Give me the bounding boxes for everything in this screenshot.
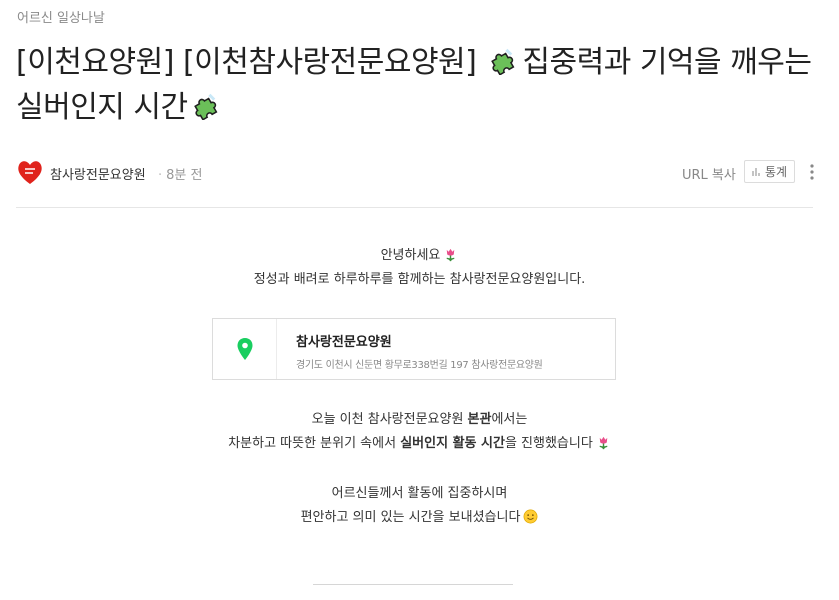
url-copy-button[interactable]: URL 복사	[682, 164, 736, 183]
post-title: [이천요양원] [이천참사랑전문요양원] 집중력과 기억을 깨우는 실버인지 시…	[16, 40, 816, 130]
post-title-text-1: [이천요양원] [이천참사랑전문요양원]	[16, 45, 486, 80]
place-card[interactable]: 참사랑전문요양원 경기도 이천시 신둔면 황무로338번길 197 참사랑전문요…	[212, 318, 616, 380]
tulip-icon	[446, 248, 455, 262]
greeting-line-1: 안녕하세요	[380, 248, 441, 263]
bar-chart-icon	[752, 167, 760, 176]
greeting-line-2: 정성과 배려로 하루하루를 함께하는 참사랑전문요양원입니다.	[253, 272, 586, 287]
greeting-paragraph: 안녕하세요 정성과 배려로 하루하루를 함께하는 참사랑전문요양원입니다.	[0, 244, 839, 292]
closing-line-2: 편안하고 의미 있는 시간을 보내셨습니다	[300, 510, 521, 525]
place-address: 경기도 이천시 신둔면 황무로338번길 197 참사랑전문요양원	[296, 360, 543, 371]
puzzle-piece-icon	[193, 93, 218, 120]
post-time: 8분 전	[158, 164, 202, 183]
author-row: 참사랑전문요양원 8분 전 URL 복사 통계	[16, 158, 816, 188]
post-category[interactable]: 어르신 일상나날	[17, 7, 105, 26]
author-name[interactable]: 참사랑전문요양원	[50, 164, 146, 183]
smiling-face-icon	[523, 509, 538, 524]
stats-label: 통계	[764, 165, 788, 179]
puzzle-piece-icon	[491, 48, 515, 75]
avatar[interactable]	[16, 158, 44, 186]
activity-line-1: 오늘 이천 참사랑전문요양원	[311, 412, 468, 427]
header-divider	[16, 207, 813, 208]
activity-highlight-location: 본관	[467, 412, 492, 427]
activity-line-2: 차분하고 따뜻한 분위기 속에서	[228, 436, 401, 451]
place-name: 참사랑전문요양원	[296, 335, 392, 350]
activity-paragraph: 오늘 이천 참사랑전문요양원 본관에서는 차분하고 따뜻한 분위기 속에서 실버…	[0, 408, 839, 456]
tulip-icon	[599, 436, 608, 450]
activity-line-1-end: 에서는	[491, 412, 528, 427]
content-divider	[313, 584, 513, 585]
more-options-icon[interactable]	[805, 160, 819, 184]
closing-line-1: 어르신들께서 활동에 집중하시며	[331, 486, 508, 501]
map-pin-icon	[237, 338, 252, 360]
activity-line-2-end: 을 진행했습니다	[504, 436, 593, 451]
stats-button[interactable]: 통계	[744, 160, 795, 183]
activity-highlight-program: 실버인지 활동 시간	[400, 436, 505, 451]
closing-paragraph: 어르신들께서 활동에 집중하시며 편안하고 의미 있는 시간을 보내셨습니다	[0, 482, 839, 530]
